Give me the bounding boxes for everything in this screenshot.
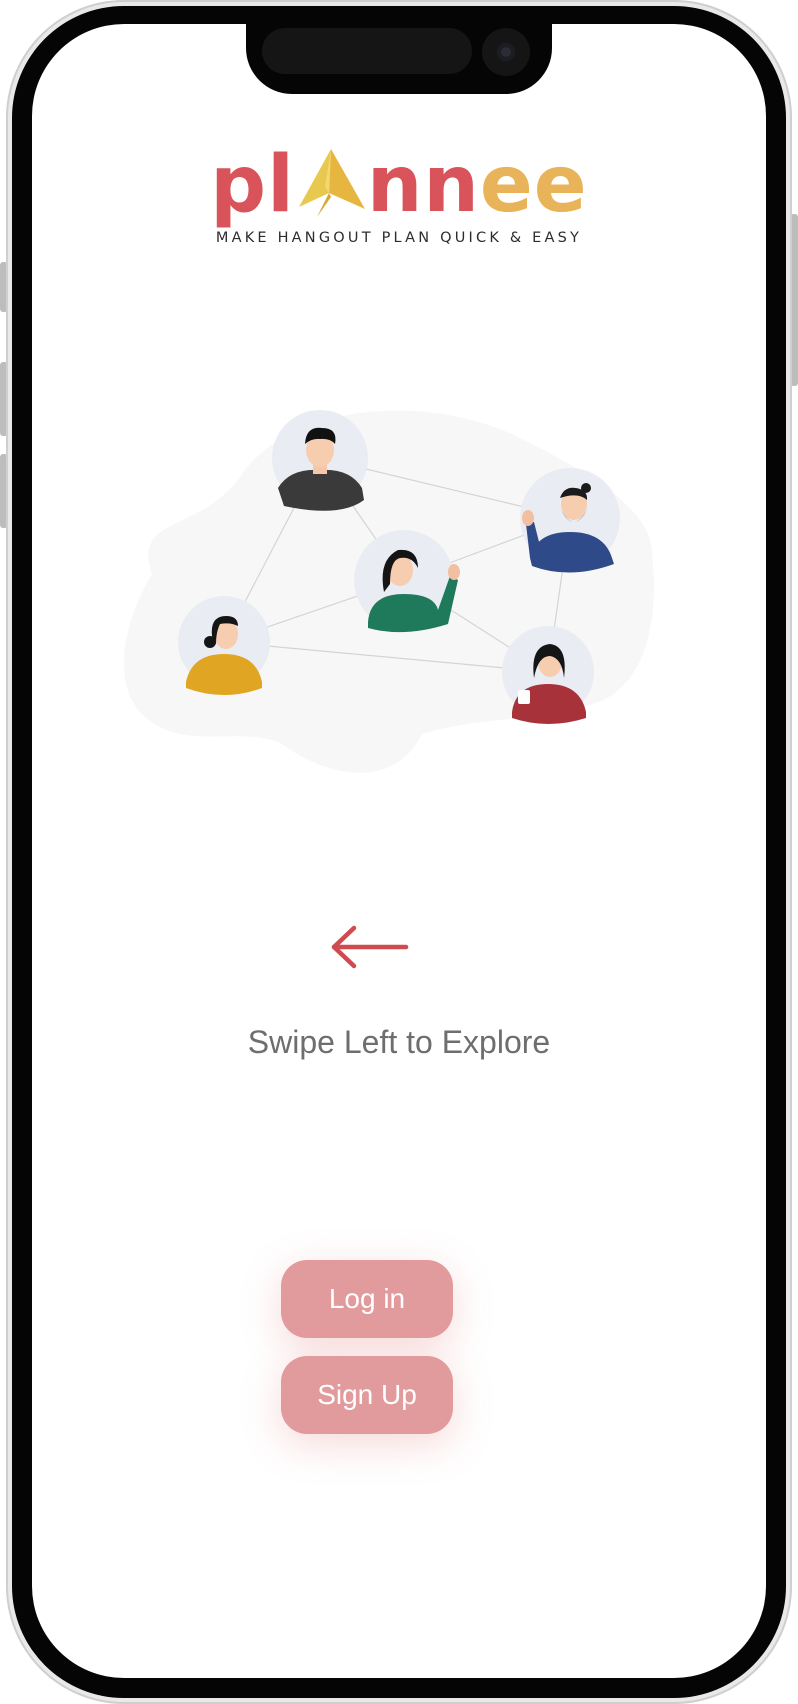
swipe-instruction: Swipe Left to Explore <box>247 1024 551 1060</box>
logo-text-middle: nn <box>366 140 480 230</box>
app-logo: pl nnee MAKE HANGOUT PLAN QUICK & EASY <box>32 146 766 246</box>
logo-text-end: ee <box>479 140 588 230</box>
paper-plane-icon <box>298 149 365 217</box>
person-dark-shirt <box>272 410 368 511</box>
person-red-shirt <box>502 626 594 724</box>
dynamic-island <box>246 24 552 94</box>
person-blue-shirt <box>520 468 620 573</box>
signup-button[interactable]: Sign Up <box>281 1356 453 1434</box>
island-pill <box>262 28 472 74</box>
friends-network-illustration <box>123 410 654 773</box>
front-camera-icon <box>482 28 530 76</box>
app-screen: pl nnee MAKE HANGOUT PLAN QUICK & EASY S… <box>32 24 766 1678</box>
logo-wordmark: pl nnee <box>210 146 587 224</box>
logo-text-start: pl <box>210 140 295 230</box>
arrow-left-icon <box>331 925 409 969</box>
login-button[interactable]: Log in <box>281 1260 453 1338</box>
person-yellow-shirt <box>178 596 270 695</box>
logo-tagline: MAKE HANGOUT PLAN QUICK & EASY <box>215 230 583 246</box>
